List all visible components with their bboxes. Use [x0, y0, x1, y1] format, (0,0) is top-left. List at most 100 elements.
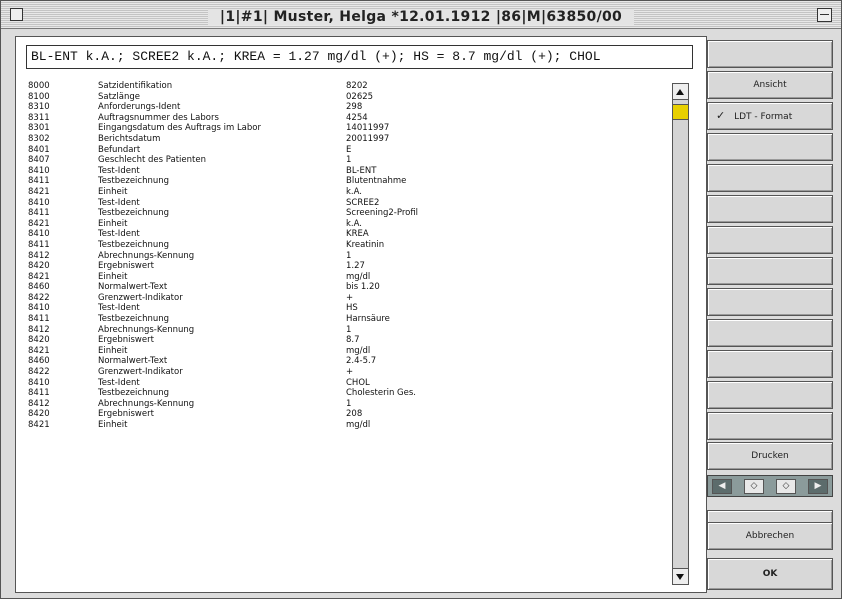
record-value: Cholesterin Ges.: [346, 388, 416, 399]
record-row: 8421 Einheit mg/dl: [26, 346, 686, 357]
record-label: Testbezeichnung: [98, 239, 170, 250]
record-value: Screening2-Profil: [346, 208, 419, 219]
record-row: 8420 Ergebniswert 208: [26, 409, 686, 420]
record-value: Harnsäure: [346, 314, 390, 325]
record-value: E: [346, 144, 352, 155]
record-label: Satzidentifikation: [98, 81, 173, 91]
blank-button-9[interactable]: [707, 350, 833, 378]
record-code: 8411: [28, 208, 50, 219]
record-code: 8420: [28, 335, 50, 346]
record-code: 8421: [28, 186, 50, 197]
record-code: 8301: [28, 123, 50, 134]
record-code: 8410: [28, 229, 50, 240]
record-value: CHOL: [346, 377, 370, 388]
record-row: 8420 Ergebniswert 8.7: [26, 335, 686, 346]
record-row: 8310 Anforderungs-Ident 298: [26, 102, 686, 113]
ldt-format-label: LDT - Format: [734, 112, 793, 122]
record-label: Test-Ident: [98, 165, 140, 176]
blank-button-6[interactable]: [707, 257, 833, 285]
window-title: |1|#1| Muster, Helga *12.01.1912 |86|M|6…: [207, 9, 635, 25]
record-code: 8410: [28, 197, 50, 208]
cancel-button[interactable]: Abbrechen: [707, 522, 833, 550]
document-panel: BL-ENT k.A.; SCREE2 k.A.; KREA = 1.27 mg…: [15, 36, 707, 593]
record-code: 8411: [28, 176, 50, 187]
window-title-wrap: |1|#1| Muster, Helga *12.01.1912 |86|M|6…: [1, 6, 841, 25]
record-value: +: [346, 292, 354, 303]
record-value: 8.7: [346, 335, 360, 346]
record-row: 8401 Befundart E: [26, 145, 686, 156]
ldt-record-list: 8000 Satzidentifikation 8202 8100 Satzlänge 0…: [26, 81, 686, 589]
record-label: Befundart: [98, 144, 141, 155]
record-row: 8460 Normalwert-Text 2.4-5.7: [26, 356, 686, 367]
record-label: Ergebniswert: [98, 409, 154, 420]
record-label: Satzlänge: [98, 91, 140, 102]
record-row: 8410 Test-Ident CHOL: [26, 378, 686, 389]
record-value: k.A.: [346, 186, 362, 197]
record-row: 8412 Abrechnungs-Kennung 1: [26, 325, 686, 336]
record-code: 8422: [28, 367, 50, 378]
last-record-icon[interactable]: ▶: [808, 479, 828, 494]
sidebar-buttons: Ansicht ✓ LDT - Format Drucken ◀ ◇ ◇ ▶ A…: [707, 36, 835, 593]
blank-button-1[interactable]: [707, 40, 833, 68]
scroll-down-arrow-icon[interactable]: [673, 568, 688, 584]
record-label: Ergebniswert: [98, 261, 154, 272]
record-row: 8420 Ergebniswert 1.27: [26, 261, 686, 272]
record-code: 8311: [28, 112, 50, 123]
title-bar[interactable]: |1|#1| Muster, Helga *12.01.1912 |86|M|6…: [1, 1, 841, 29]
record-label: Einheit: [98, 420, 128, 430]
record-code: 8407: [28, 155, 50, 166]
record-label: Normalwert-Text: [98, 356, 168, 367]
record-row: 8311 Auftragsnummer des Labors 4254: [26, 113, 686, 124]
record-code: 8310: [28, 102, 50, 113]
blank-button-7[interactable]: [707, 288, 833, 316]
record-code: 8401: [28, 144, 50, 155]
record-label: Abrechnungs-Kennung: [98, 324, 195, 335]
collapse-box-icon[interactable]: [817, 8, 832, 22]
record-value: 1: [346, 324, 352, 335]
record-label: Testbezeichnung: [98, 208, 170, 219]
record-value: 298: [346, 102, 363, 113]
record-label: Einheit: [98, 345, 128, 356]
summary-line: BL-ENT k.A.; SCREE2 k.A.; KREA = 1.27 mg…: [26, 45, 693, 69]
blank-button-5[interactable]: [707, 226, 833, 254]
record-label: Testbezeichnung: [98, 314, 170, 325]
vertical-scrollbar[interactable]: [672, 83, 689, 585]
ldt-format-toggle[interactable]: ✓ LDT - Format: [707, 102, 833, 130]
ok-button[interactable]: OK: [707, 558, 833, 590]
record-value: 2.4-5.7: [346, 356, 377, 367]
record-label: Berichtsdatum: [98, 133, 161, 144]
record-row: 8100 Satzlänge 02625: [26, 92, 686, 103]
print-button[interactable]: Drucken: [707, 442, 833, 470]
blank-button-3[interactable]: [707, 164, 833, 192]
record-code: 8420: [28, 261, 50, 272]
scroll-thumb[interactable]: [673, 104, 688, 120]
record-navigation: ◀ ◇ ◇ ▶: [707, 475, 833, 497]
blank-button-4[interactable]: [707, 195, 833, 223]
record-row: 8411 Testbezeichnung Screening2-Profil: [26, 208, 686, 219]
record-label: Test-Ident: [98, 229, 140, 240]
previous-record-icon[interactable]: ◇: [744, 479, 764, 494]
record-row: 8302 Berichtsdatum 20011997: [26, 134, 686, 145]
blank-button-11[interactable]: [707, 412, 833, 440]
record-code: 8421: [28, 420, 50, 430]
record-code: 8421: [28, 218, 50, 229]
record-value: mg/dl: [346, 345, 371, 356]
view-button[interactable]: Ansicht: [707, 71, 833, 99]
scroll-up-arrow-icon[interactable]: [673, 84, 688, 100]
check-mark-icon: ✓: [716, 109, 726, 122]
record-label: Auftragsnummer des Labors: [98, 112, 219, 123]
record-code: 8422: [28, 292, 50, 303]
record-value: 1.27: [346, 261, 365, 272]
first-record-icon[interactable]: ◀: [712, 479, 732, 494]
blank-button-8[interactable]: [707, 319, 833, 347]
next-record-icon[interactable]: ◇: [776, 479, 796, 494]
record-row: 8412 Abrechnungs-Kennung 1: [26, 399, 686, 410]
record-row: 8410 Test-Ident KREA: [26, 229, 686, 240]
record-value: mg/dl: [346, 420, 371, 430]
record-value: 14011997: [346, 123, 390, 134]
record-code: 8410: [28, 165, 50, 176]
record-value: SCREE2: [346, 197, 380, 208]
blank-button-2[interactable]: [707, 133, 833, 161]
record-value: BL-ENT: [346, 165, 377, 176]
blank-button-10[interactable]: [707, 381, 833, 409]
